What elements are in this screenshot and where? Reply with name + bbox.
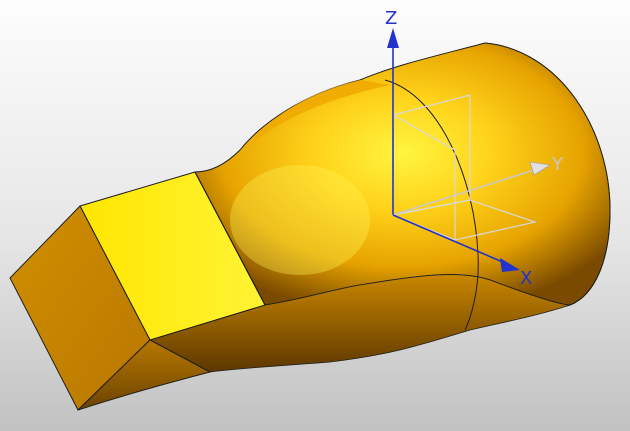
z-axis-label: Z <box>385 8 397 29</box>
model-scene[interactable]: Z Y X <box>0 0 630 431</box>
x-axis-label: X <box>520 268 532 289</box>
y-axis-label: Y <box>551 154 564 175</box>
graphics-viewport[interactable]: Z Y X <box>0 0 630 431</box>
surface-highlight <box>230 165 370 275</box>
